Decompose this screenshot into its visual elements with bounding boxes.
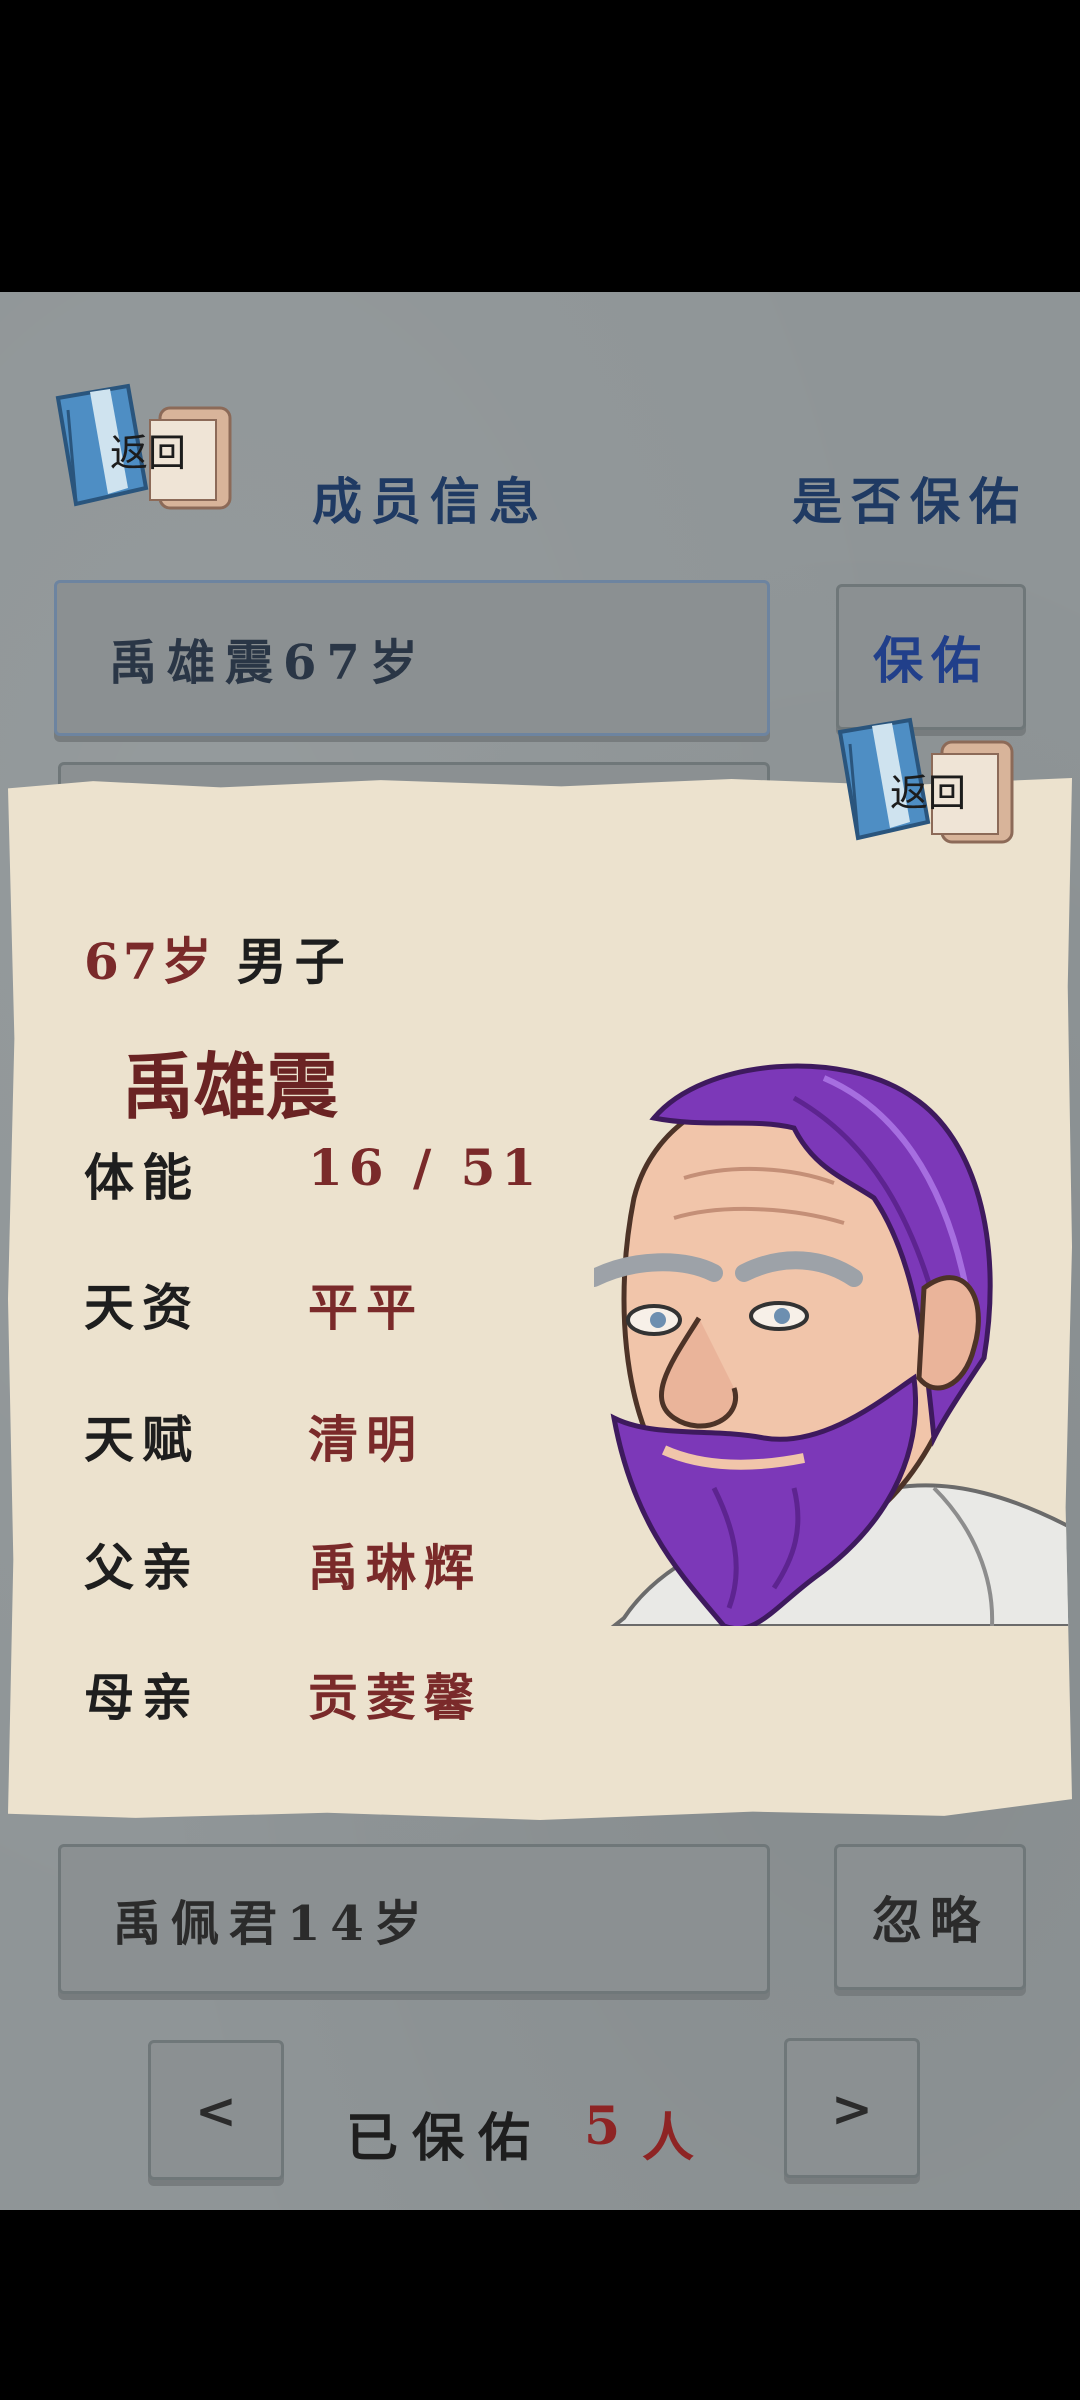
stat-value: 16 / 51 xyxy=(308,1138,543,1197)
gender-text: 男子 xyxy=(236,932,353,991)
stat-label: 父亲 xyxy=(84,1538,200,1597)
bless-question-title: 是否保佑 xyxy=(792,472,1028,531)
member-name-age: 禹雄震67岁 xyxy=(109,635,428,691)
stat-label: 天赋 xyxy=(84,1410,200,1469)
game-screen: 返回 成员信息 是否保佑 禹雄震67岁 保佑 禹佩君14岁 忽略 < > 已保佑… xyxy=(0,292,1080,2210)
blessed-count: 5 xyxy=(584,2096,635,2157)
card-back-button[interactable]: 返回 xyxy=(832,714,1022,864)
next-page-button[interactable]: > xyxy=(784,2038,920,2178)
back-label: 返回 xyxy=(890,771,967,815)
blessed-unit: 人 xyxy=(642,2108,709,2169)
prev-page-button[interactable]: < xyxy=(148,2040,284,2180)
character-portrait xyxy=(594,1063,1072,1626)
member-name: 禹雄震 xyxy=(122,1044,339,1129)
back-label: 返回 xyxy=(110,431,187,475)
member-row[interactable]: 禹雄震67岁 xyxy=(54,580,770,736)
ignore-button[interactable]: 忽略 xyxy=(834,1844,1026,1990)
age-gender: 67岁 男子 xyxy=(84,922,353,994)
back-button[interactable]: 返回 xyxy=(50,380,240,530)
stat-value: 平平 xyxy=(308,1278,424,1337)
stat-label: 天资 xyxy=(84,1278,200,1337)
blessed-label: 已保佑 xyxy=(346,2108,545,2169)
member-detail-card: 67岁 男子 禹雄震 体能 16 / 51 天资 平平 天赋 清明 父亲 禹琳辉… xyxy=(8,778,1072,1820)
stat-value: 禹琳辉 xyxy=(308,1538,482,1597)
age-text: 67岁 xyxy=(84,932,216,991)
bless-button[interactable]: 保佑 xyxy=(836,584,1026,730)
stat-label: 母亲 xyxy=(84,1668,200,1727)
member-info-title: 成员信息 xyxy=(312,472,548,531)
member-row[interactable]: 禹佩君14岁 xyxy=(58,1844,770,1994)
member-name-age: 禹佩君14岁 xyxy=(113,1896,432,1952)
stat-value: 清明 xyxy=(308,1410,424,1469)
stat-value: 贡菱馨 xyxy=(308,1668,482,1727)
stat-label: 体能 xyxy=(84,1148,200,1207)
